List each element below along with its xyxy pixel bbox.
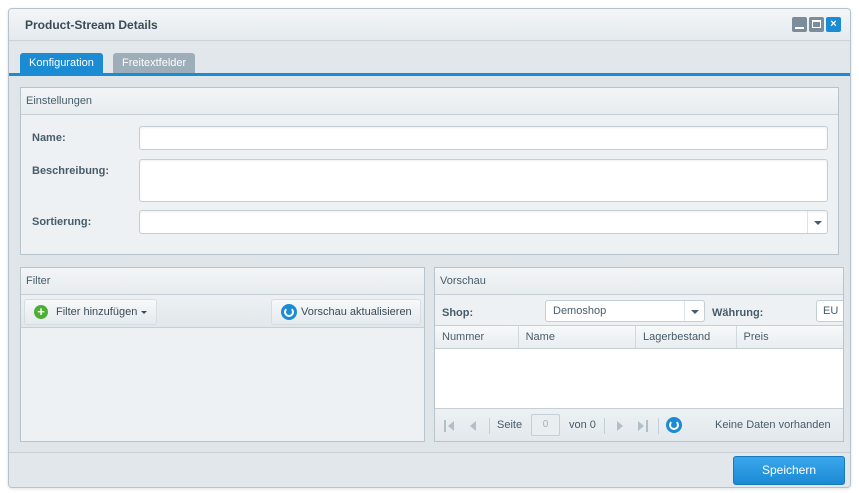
- column-preis[interactable]: Preis: [737, 326, 843, 348]
- filter-toolbar: + Filter hinzufügen Vorschau aktualisier…: [21, 295, 424, 328]
- chevron-down-icon[interactable]: [684, 301, 704, 321]
- add-filter-button[interactable]: + Filter hinzufügen: [24, 299, 157, 325]
- pager-separator: [604, 418, 605, 434]
- preview-grid-header: Nummer Name Lagerbestand Preis: [435, 325, 843, 349]
- next-page-icon[interactable]: [616, 420, 627, 431]
- currency-label: Währung:: [712, 307, 764, 319]
- shop-label: Shop:: [442, 307, 474, 319]
- refresh-icon: [281, 304, 297, 320]
- page-number-input[interactable]: 0: [531, 414, 560, 436]
- column-nummer[interactable]: Nummer: [435, 326, 519, 348]
- refresh-preview-label: Vorschau aktualisieren: [301, 306, 412, 318]
- column-name[interactable]: Name: [519, 326, 637, 348]
- name-input[interactable]: [139, 126, 828, 150]
- filter-panel: Filter + Filter hinzufügen Vorschau aktu…: [20, 267, 425, 442]
- shop-select[interactable]: Demoshop: [545, 300, 705, 322]
- refresh-preview-button[interactable]: Vorschau aktualisieren: [271, 299, 421, 325]
- shop-value: Demoshop: [553, 305, 607, 317]
- refresh-icon[interactable]: [666, 417, 682, 433]
- window-footer: Speichern: [9, 452, 850, 487]
- last-page-icon[interactable]: [638, 420, 649, 432]
- window-title: Product-Stream Details: [25, 18, 158, 32]
- settings-panel: Einstellungen Name: Beschreibung: Sortie…: [20, 87, 839, 255]
- preview-pager: Seite 0 von 0 Keine Daten vorhanden: [435, 408, 843, 441]
- page-label: Seite: [497, 419, 523, 431]
- prev-page-icon[interactable]: [469, 420, 480, 431]
- window-tools: ×: [792, 17, 841, 32]
- window-titlebar[interactable]: Product-Stream Details ×: [9, 9, 850, 41]
- tab-freitextfelder[interactable]: Freitextfelder: [113, 53, 196, 73]
- sort-select[interactable]: [139, 210, 828, 234]
- preview-panel: Vorschau Shop: Demoshop Währung: EU Numm…: [434, 267, 844, 442]
- page-count-label: von 0: [569, 419, 596, 431]
- filter-list: [21, 329, 424, 441]
- tab-konfiguration[interactable]: Konfiguration: [20, 53, 103, 73]
- minimize-icon[interactable]: [792, 17, 807, 32]
- column-lagerbestand[interactable]: Lagerbestand: [636, 326, 737, 348]
- preview-grid-body: [435, 349, 843, 408]
- pager-separator: [489, 418, 490, 434]
- save-button[interactable]: Speichern: [733, 456, 845, 485]
- maximize-icon[interactable]: [809, 17, 824, 32]
- plus-icon: +: [34, 305, 48, 319]
- product-stream-window: Product-Stream Details × Konfiguration F…: [8, 8, 851, 488]
- close-icon[interactable]: ×: [826, 17, 841, 32]
- preview-heading: Vorschau: [435, 268, 843, 295]
- filter-heading: Filter: [21, 268, 424, 295]
- preview-filter-row: Shop: Demoshop Währung: EU: [435, 295, 843, 325]
- currency-select[interactable]: EU: [816, 300, 843, 322]
- add-filter-label: Filter hinzufügen: [56, 306, 138, 318]
- sort-label: Sortierung:: [32, 216, 92, 228]
- settings-heading: Einstellungen: [21, 88, 838, 115]
- tab-bar: Konfiguration Freitextfelder: [9, 42, 850, 76]
- description-textarea[interactable]: [139, 159, 828, 202]
- description-label: Beschreibung:: [32, 165, 110, 177]
- pager-separator: [658, 418, 659, 434]
- name-label: Name:: [32, 132, 66, 144]
- empty-data-text: Keine Daten vorhanden: [715, 419, 831, 431]
- first-page-icon[interactable]: [444, 420, 455, 432]
- chevron-down-icon[interactable]: [807, 211, 827, 233]
- caret-down-icon: [141, 311, 147, 314]
